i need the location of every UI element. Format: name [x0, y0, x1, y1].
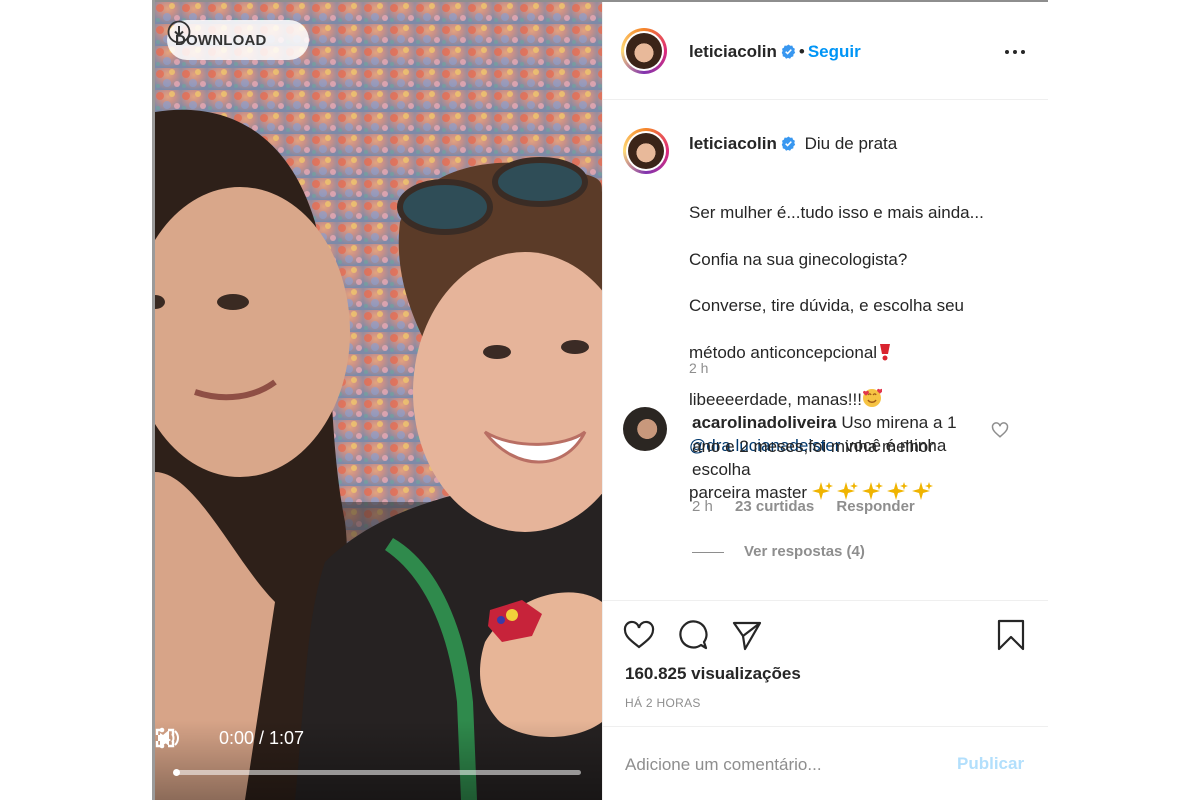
comment-time[interactable]: 2 h: [692, 498, 713, 515]
comment-like-icon[interactable]: [991, 421, 1009, 439]
exclamation-emoji-icon: [880, 344, 891, 361]
view-count[interactable]: 160.825 visualizações: [625, 664, 801, 684]
comment-meta: 2 h 23 curtidas Responder: [692, 498, 933, 515]
progress-thumb[interactable]: [173, 769, 180, 776]
commenter-username[interactable]: acarolinadoliveira: [692, 413, 837, 432]
follow-button[interactable]: Seguir: [808, 42, 861, 61]
more-options-icon[interactable]: [1003, 42, 1027, 62]
caption-timestamp[interactable]: 2 h: [689, 360, 708, 376]
comment-text: acarolinadoliveira Uso mirena a 1 ano e …: [692, 411, 982, 482]
video-player[interactable]: DOWNLOAD 0:00 / 1:07: [155, 2, 602, 800]
comment-icon[interactable]: [677, 619, 709, 651]
caption-avatar[interactable]: [623, 128, 669, 174]
caption-line: Confia na sua ginecologista?: [689, 249, 908, 269]
publish-button[interactable]: Publicar: [957, 754, 1024, 774]
caption-line-text: método anticoncepcional: [689, 343, 878, 363]
video-time: 0:00 / 1:07: [219, 728, 305, 748]
caption-line: libeeeerdade, manas!!!: [689, 388, 1029, 411]
header-separator: •: [798, 42, 805, 61]
caption-line: método anticoncepcional: [689, 341, 1029, 364]
caption-title: Diu de prata: [804, 134, 898, 153]
replies-divider: [692, 551, 724, 553]
author-avatar[interactable]: [621, 28, 667, 74]
post-left-border: [152, 0, 155, 800]
smiling-hearts-emoji-icon: [862, 388, 882, 407]
post-actions: 160.825 visualizações HÁ 2 HORAS: [603, 600, 1048, 727]
add-comment-form: Publicar: [603, 726, 1048, 801]
view-replies-label: Ver respostas (4): [744, 543, 865, 560]
save-bookmark-icon[interactable]: [995, 619, 1027, 651]
commenter-avatar[interactable]: [623, 407, 667, 451]
caption-line: Ser mulher é...tudo isso e mais ainda...: [689, 203, 984, 223]
post-sidebar: leticiacolin • Seguir leticiacolin Diu de …: [602, 2, 1048, 800]
video-frame: [155, 2, 602, 800]
caption-username[interactable]: leticiacolin: [689, 134, 777, 153]
caption-line: Converse, tire dúvida, e escolha seu: [689, 296, 964, 316]
caption-line-text: libeeeerdade, manas!!!: [689, 389, 862, 409]
comment-input[interactable]: [623, 747, 927, 783]
header-user-line: leticiacolin • Seguir: [689, 42, 861, 62]
view-replies-button[interactable]: Ver respostas (4): [692, 543, 865, 560]
share-direct-icon[interactable]: [731, 619, 763, 651]
caption-header: leticiacolin Diu de prata: [689, 134, 897, 154]
reply-button[interactable]: Responder: [836, 498, 914, 515]
like-heart-icon[interactable]: [623, 619, 655, 651]
more-vertical-icon[interactable]: [155, 726, 169, 750]
post-time-ago[interactable]: HÁ 2 HORAS: [625, 696, 701, 710]
verified-badge-icon: [781, 44, 796, 59]
video-progress-bar[interactable]: [173, 769, 581, 776]
download-icon: [167, 20, 191, 44]
post-header: leticiacolin • Seguir: [603, 2, 1048, 100]
header-username[interactable]: leticiacolin: [689, 42, 777, 61]
download-button[interactable]: DOWNLOAD: [167, 20, 309, 60]
comment-likes[interactable]: 23 curtidas: [735, 498, 814, 515]
verified-badge-icon: [781, 136, 796, 151]
video-controls: 0:00 / 1:07: [155, 720, 602, 800]
